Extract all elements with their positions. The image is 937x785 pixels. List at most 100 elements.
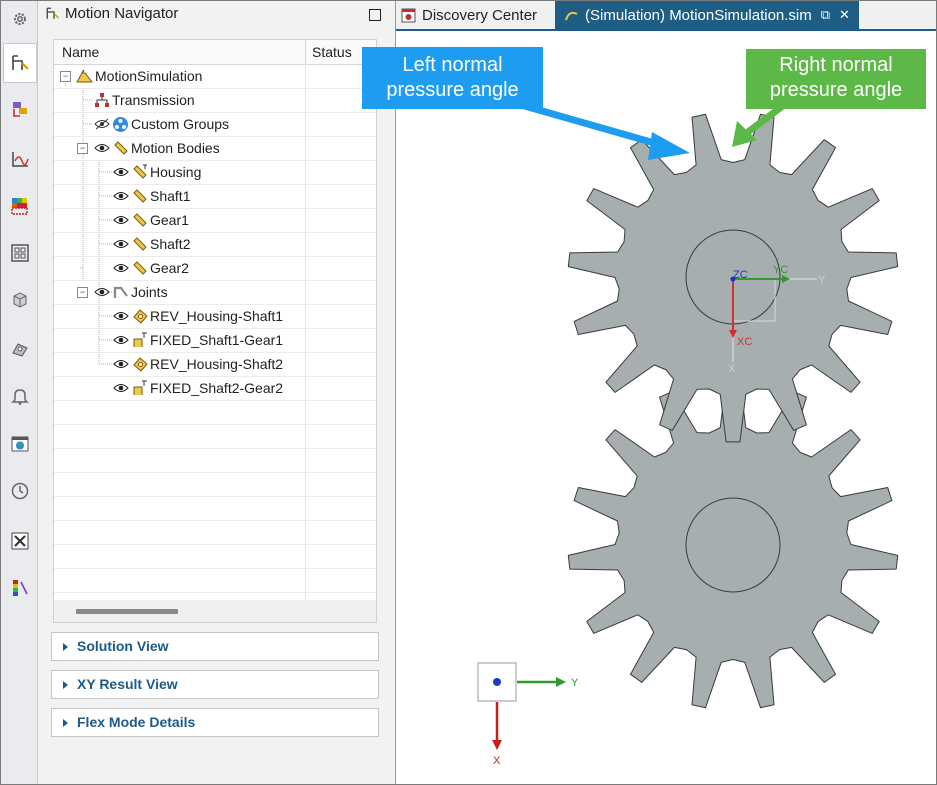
tab-discovery-center[interactable]: Discovery Center xyxy=(396,1,558,29)
expand-arrow-icon xyxy=(63,681,68,689)
tab-motion-simulation[interactable]: (Simulation) MotionSimulation.sim ⧉ ✕ xyxy=(555,1,859,29)
motion-navigator-icon[interactable] xyxy=(3,43,37,83)
horizontal-scrollbar[interactable] xyxy=(54,600,376,622)
tree-row[interactable]: Gear2 xyxy=(54,256,376,281)
fixed-joint-icon xyxy=(131,380,148,397)
motion-navigator-icon xyxy=(44,5,61,22)
tree-item-label: Gear1 xyxy=(150,212,189,228)
fixed-joint-icon xyxy=(131,332,148,349)
section-label: Solution View xyxy=(77,638,169,654)
tab-label: (Simulation) MotionSimulation.sim xyxy=(585,6,812,24)
eye-icon[interactable] xyxy=(112,308,129,325)
graphics-window[interactable] xyxy=(396,31,936,784)
close-tab-icon[interactable]: ✕ xyxy=(839,7,850,23)
tree-header: Name Status xyxy=(54,40,376,65)
tree-item-label: Motion Bodies xyxy=(131,140,220,156)
tree-row[interactable]: Gear1 xyxy=(54,208,376,233)
tree-row[interactable]: REV_Housing-Shaft2 xyxy=(54,352,376,377)
callout-left-normal-pressure-angle: Left normal pressure angle xyxy=(362,47,543,109)
color-palette-icon[interactable] xyxy=(5,191,35,221)
revolute-joint-icon xyxy=(131,356,148,373)
tree-item-label: FIXED_Shaft1-Gear1 xyxy=(150,332,284,348)
callout-right-normal-pressure-angle: Right normal pressure angle xyxy=(746,49,926,109)
eye-icon[interactable] xyxy=(112,380,129,397)
color-legend-icon[interactable] xyxy=(5,573,35,603)
web-browser-icon[interactable] xyxy=(5,429,35,459)
tree-row[interactable]: Shaft2 xyxy=(54,232,376,257)
tree-row[interactable]: − MotionSimulation xyxy=(54,64,376,89)
joint-icon xyxy=(112,284,129,301)
tree-row[interactable]: − Joints xyxy=(54,280,376,305)
tree-item-label: Shaft1 xyxy=(150,188,191,204)
tree-row[interactable]: FIXED_Shaft2-Gear2 xyxy=(54,376,376,401)
tree-item-label: Gear2 xyxy=(150,260,189,276)
section-label: Flex Mode Details xyxy=(77,714,196,730)
collapse-toggle[interactable]: − xyxy=(60,70,71,82)
callout-left-line1: Left normal xyxy=(402,54,503,76)
scrollbar-thumb[interactable] xyxy=(76,609,178,614)
discovery-center-icon xyxy=(400,7,417,24)
section-xy-result-view[interactable]: XY Result View xyxy=(51,670,379,699)
tree-row[interactable]: Shaft1 xyxy=(54,184,376,209)
column-header-name[interactable]: Name xyxy=(62,44,99,60)
tree-item-label: Custom Groups xyxy=(131,116,230,132)
settings-icon[interactable] xyxy=(5,4,35,34)
tree-row[interactable]: Transmission xyxy=(54,88,376,113)
eye-icon[interactable] xyxy=(112,236,129,253)
motion-navigator-panel: Motion Navigator Name Status − MotionSim… xyxy=(38,1,396,784)
tree-row[interactable]: Housing xyxy=(54,160,376,185)
revolute-joint-icon xyxy=(131,308,148,325)
eye-icon[interactable] xyxy=(93,140,110,157)
hand-tool-icon[interactable] xyxy=(5,333,35,363)
motion-body-icon xyxy=(131,260,148,277)
tree-row[interactable]: FIXED_Shaft1-Gear1 xyxy=(54,328,376,353)
hidden-eye-icon[interactable] xyxy=(93,116,110,133)
graph-icon[interactable] xyxy=(5,144,35,174)
expand-arrow-icon xyxy=(63,719,68,727)
expand-arrow-icon xyxy=(63,643,68,651)
resource-bar xyxy=(1,1,38,784)
clock-icon[interactable] xyxy=(5,476,35,506)
tree-item-label: REV_Housing-Shaft2 xyxy=(150,356,284,372)
document-tab-bar: Discovery Center (Simulation) MotionSimu… xyxy=(396,1,936,31)
eye-icon[interactable] xyxy=(93,284,110,301)
tree-row[interactable]: REV_Housing-Shaft1 xyxy=(54,304,376,329)
eye-icon[interactable] xyxy=(112,164,129,181)
bell-icon[interactable] xyxy=(5,381,35,411)
empty-row xyxy=(54,568,376,593)
eye-icon[interactable] xyxy=(112,332,129,349)
empty-row xyxy=(54,424,376,449)
collapse-toggle[interactable]: − xyxy=(77,286,88,298)
undock-tab-icon[interactable]: ⧉ xyxy=(821,7,830,23)
tree-row[interactable]: Custom Groups xyxy=(54,112,376,137)
empty-row xyxy=(54,520,376,545)
tree-item-label: MotionSimulation xyxy=(95,68,203,84)
empty-row xyxy=(54,472,376,497)
section-flex-mode-details[interactable]: Flex Mode Details xyxy=(51,708,379,737)
part-icon[interactable] xyxy=(5,285,35,315)
simulation-icon xyxy=(563,7,580,24)
eye-icon[interactable] xyxy=(112,212,129,229)
layout-grid-icon[interactable] xyxy=(5,238,35,268)
tree-item-label: Housing xyxy=(150,164,202,180)
column-header-status[interactable]: Status xyxy=(312,44,352,60)
tree-row[interactable]: − Motion Bodies xyxy=(54,136,376,161)
maximize-panel-button[interactable] xyxy=(369,9,381,21)
tree-item-label: Joints xyxy=(131,284,168,300)
callout-left-line2: pressure angle xyxy=(386,79,519,101)
empty-row xyxy=(54,544,376,569)
navigator-tree: Name Status − MotionSimulation Transmiss… xyxy=(53,39,377,623)
eye-icon[interactable] xyxy=(112,188,129,205)
motion-body-icon xyxy=(131,164,148,181)
empty-row xyxy=(54,400,376,425)
tree-item-label: REV_Housing-Shaft1 xyxy=(150,308,284,324)
tools-icon[interactable] xyxy=(5,526,35,556)
assembly-navigator-icon[interactable] xyxy=(5,94,35,124)
eye-icon[interactable] xyxy=(112,260,129,277)
eye-icon[interactable] xyxy=(112,356,129,373)
motion-body-icon xyxy=(131,188,148,205)
section-solution-view[interactable]: Solution View xyxy=(51,632,379,661)
section-label: XY Result View xyxy=(77,676,178,692)
collapse-toggle[interactable]: − xyxy=(77,142,88,154)
motion-simulation-icon xyxy=(76,68,93,85)
